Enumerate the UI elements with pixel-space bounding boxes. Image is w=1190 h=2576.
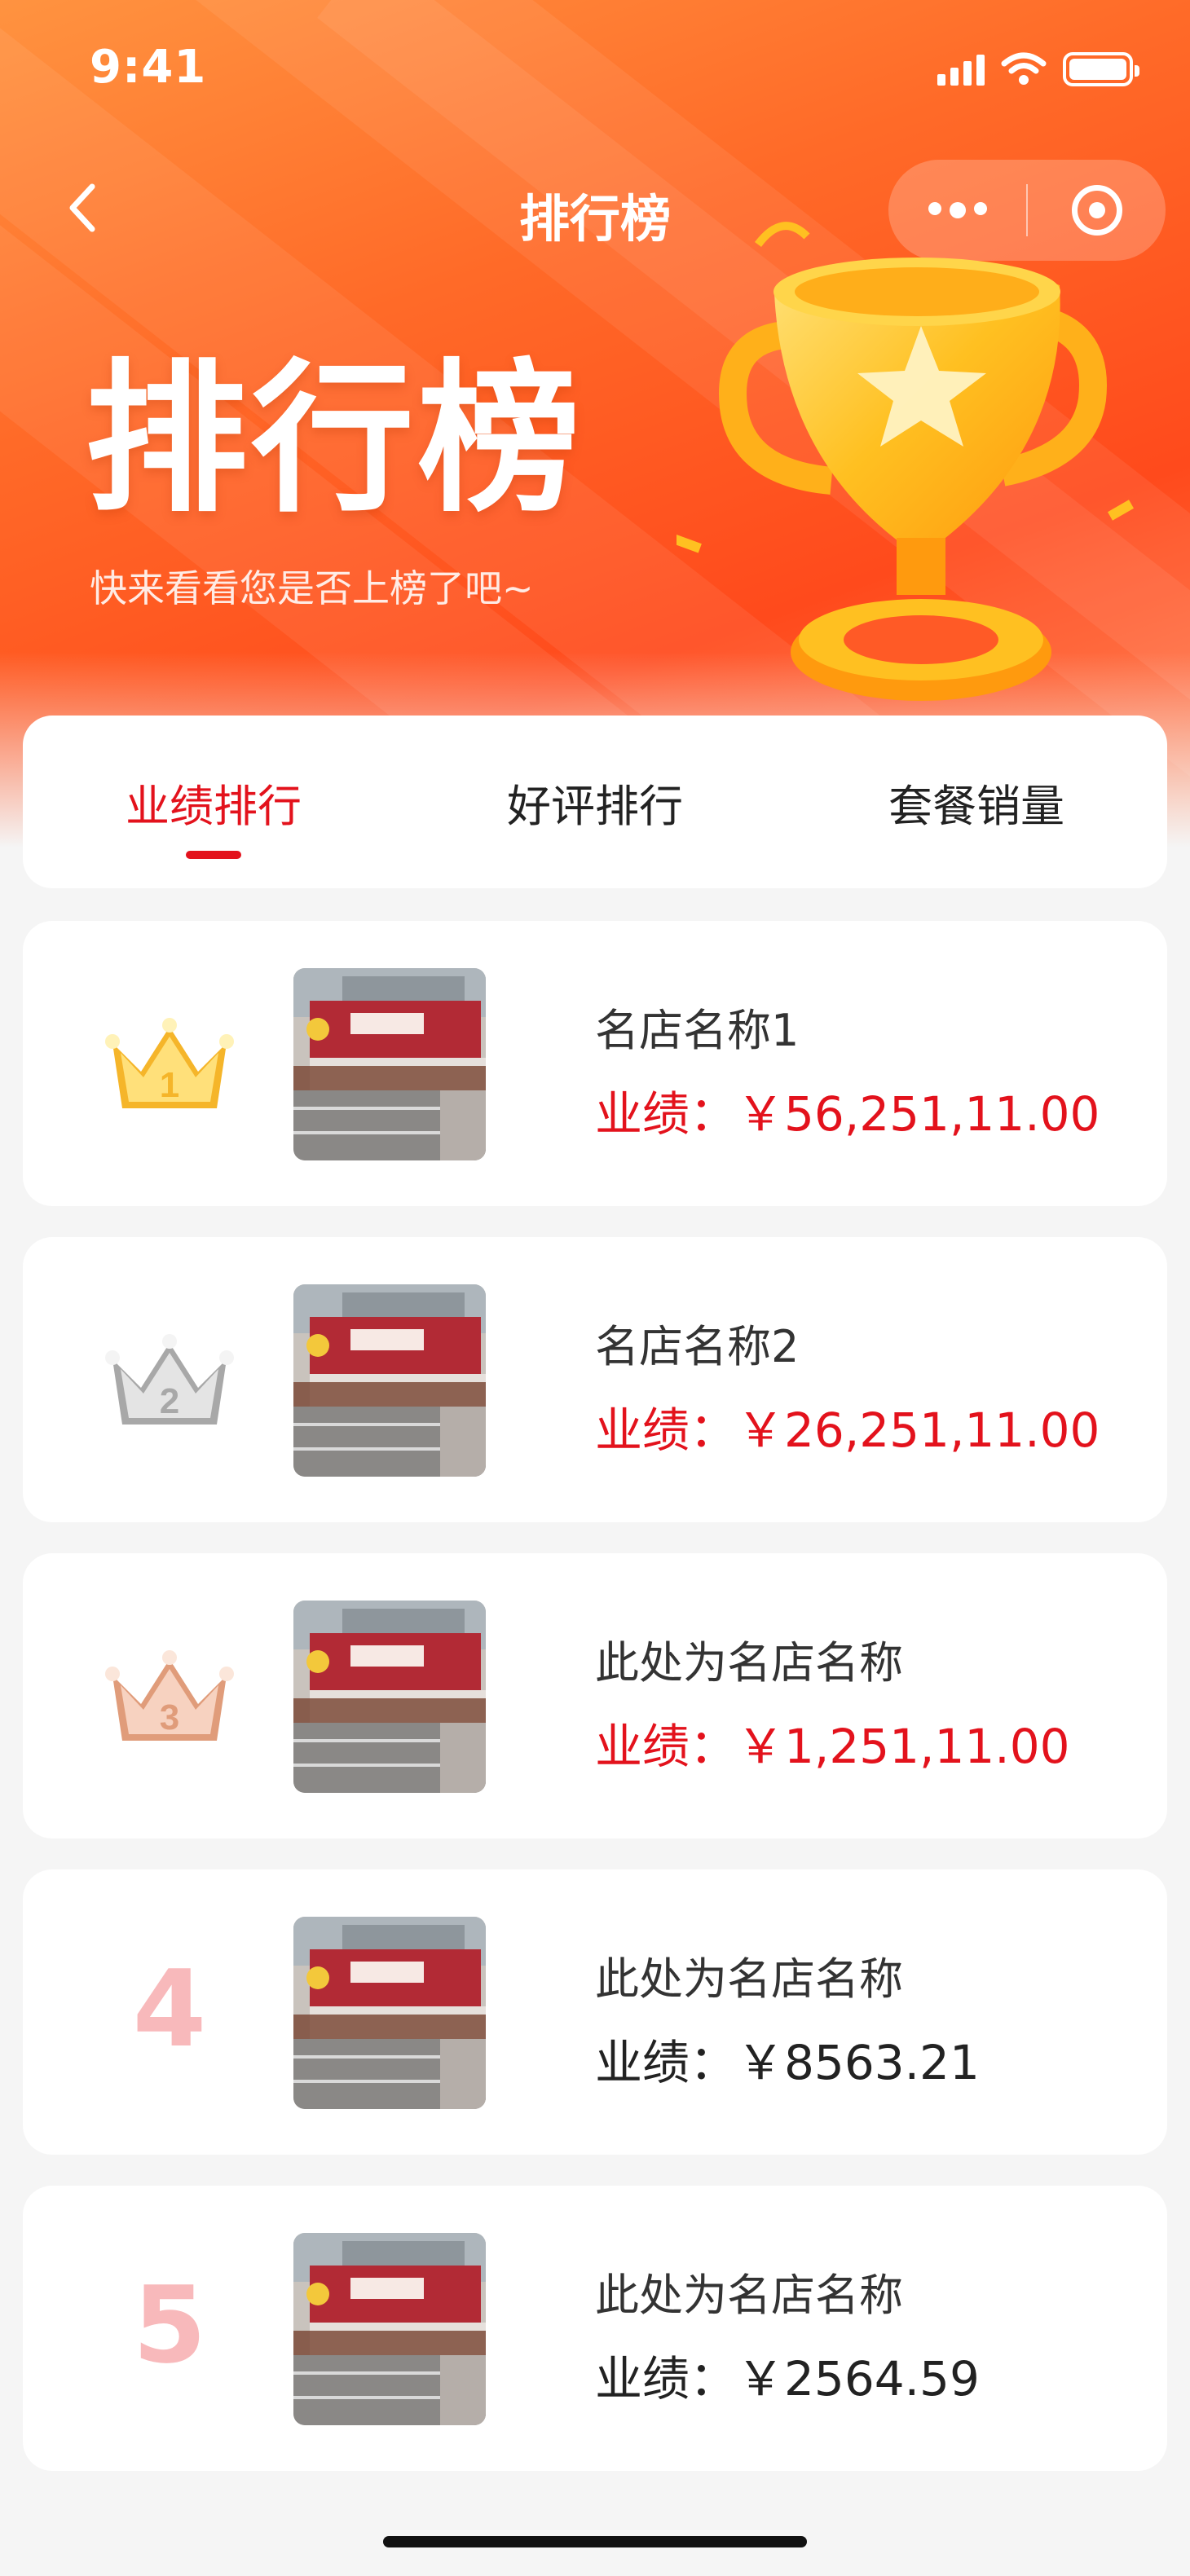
gold-crown-icon: 1 bbox=[105, 1018, 234, 1108]
hero-title: 排行榜 bbox=[85, 345, 584, 535]
performance-value: ￥1,251,11.00 bbox=[737, 1719, 1070, 1774]
performance-value: ￥26,251,11.00 bbox=[737, 1402, 1100, 1458]
store-image[interactable] bbox=[293, 1284, 486, 1477]
rank-number: 2 bbox=[160, 1381, 179, 1421]
tab-label: 好评排行 bbox=[507, 780, 683, 832]
ranking-tabs: 业绩排行 好评排行 套餐销量 bbox=[23, 716, 1167, 888]
tab-label: 套餐销量 bbox=[888, 780, 1064, 832]
store-performance: 业绩：￥1,251,11.00 bbox=[595, 1708, 1070, 1777]
store-image[interactable] bbox=[293, 2233, 486, 2425]
store-performance: 业绩：￥8563.21 bbox=[595, 2024, 980, 2093]
status-time: 9:41 bbox=[90, 41, 207, 94]
tab-package-sales[interactable]: 套餐销量 bbox=[786, 716, 1167, 888]
performance-value: ￥2564.59 bbox=[737, 2351, 980, 2406]
performance-label: 业绩： bbox=[595, 1086, 738, 1142]
silver-crown-icon: 2 bbox=[105, 1334, 234, 1425]
performance-label: 业绩： bbox=[595, 1402, 738, 1458]
ranking-card[interactable]: 1 名店名称1 业绩：￥56,251,11.00 bbox=[23, 921, 1167, 1206]
ranking-card[interactable]: 5 此处为名店名称 业绩：￥2564.59 bbox=[23, 2186, 1167, 2471]
store-name: 名店名称1 bbox=[595, 1005, 800, 1056]
store-performance: 业绩：￥56,251,11.00 bbox=[595, 1076, 1100, 1144]
wifi-icon bbox=[1001, 52, 1047, 85]
performance-label: 业绩： bbox=[595, 2035, 738, 2090]
store-name: 此处为名店名称 bbox=[595, 1637, 903, 1689]
rank-number: 4 bbox=[132, 1947, 207, 2071]
performance-label: 业绩： bbox=[595, 2351, 738, 2406]
ranking-card[interactable]: 4 此处为名店名称 业绩：￥8563.21 bbox=[23, 1869, 1167, 2155]
signal-icon bbox=[937, 53, 985, 86]
store-image[interactable] bbox=[293, 1601, 486, 1793]
store-name: 此处为名店名称 bbox=[595, 2270, 903, 2321]
store-name: 名店名称2 bbox=[595, 1321, 800, 1372]
tab-label: 业绩排行 bbox=[126, 780, 302, 832]
performance-value: ￥8563.21 bbox=[737, 2035, 980, 2090]
status-icons bbox=[937, 49, 1139, 90]
tab-reviews[interactable]: 好评排行 bbox=[404, 716, 786, 888]
performance-value: ￥56,251,11.00 bbox=[737, 1086, 1100, 1142]
ranking-card[interactable]: 2 名店名称2 业绩：￥26,251,11.00 bbox=[23, 1237, 1167, 1522]
status-bar: 9:41 bbox=[0, 0, 1190, 139]
rank-number: 3 bbox=[160, 1698, 179, 1737]
store-image[interactable] bbox=[293, 968, 486, 1160]
active-tab-indicator bbox=[186, 851, 241, 859]
store-name: 此处为名店名称 bbox=[595, 1953, 903, 2005]
ranking-card[interactable]: 3 此处为名店名称 业绩：￥1,251,11.00 bbox=[23, 1553, 1167, 1838]
store-performance: 业绩：￥2564.59 bbox=[595, 2340, 980, 2409]
home-indicator bbox=[383, 2536, 807, 2547]
store-image[interactable] bbox=[293, 1917, 486, 2109]
rank-number: 5 bbox=[132, 2263, 207, 2387]
store-performance: 业绩：￥26,251,11.00 bbox=[595, 1392, 1100, 1460]
trophy-illustration bbox=[677, 222, 1134, 701]
performance-label: 业绩： bbox=[595, 1719, 738, 1774]
hero-subtitle: 快来看看您是否上榜了吧~ bbox=[90, 566, 534, 610]
rank-number: 1 bbox=[160, 1065, 179, 1105]
tab-performance[interactable]: 业绩排行 bbox=[23, 716, 404, 888]
battery-icon bbox=[1063, 52, 1139, 86]
bronze-crown-icon: 3 bbox=[105, 1650, 234, 1741]
